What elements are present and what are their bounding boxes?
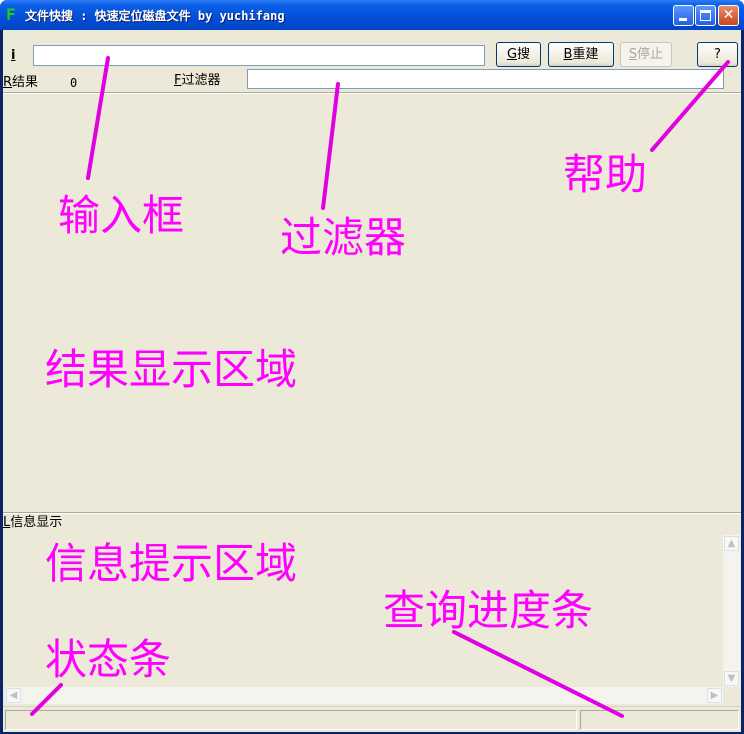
title-bar[interactable]: F 文件快搜 : 快速定位磁盘文件 by yuchifang ✕: [0, 0, 744, 30]
annotation-filter: 过滤器: [280, 213, 407, 262]
app-window: F 文件快搜 : 快速定位磁盘文件 by yuchifang ✕ i G搜 B重…: [0, 0, 744, 734]
maximize-button[interactable]: [695, 5, 716, 26]
help-button[interactable]: ?: [697, 42, 738, 67]
scroll-up-icon[interactable]: ▲: [724, 536, 739, 551]
annotation-help: 帮助: [563, 150, 648, 199]
filter-label: F过滤器: [174, 73, 221, 88]
app-icon: F: [6, 5, 16, 24]
annotation-status-bar: 状态条: [45, 635, 172, 684]
results-count: 0: [70, 76, 78, 90]
annotation-results-area: 结果显示区域: [45, 345, 298, 394]
search-button[interactable]: G搜: [496, 42, 541, 67]
scroll-down-icon[interactable]: ▼: [724, 671, 739, 686]
maximize-icon: [696, 6, 715, 25]
info-label: L信息显示: [3, 515, 63, 530]
filter-input[interactable]: [247, 69, 724, 89]
rebuild-button[interactable]: B重建: [548, 42, 614, 67]
status-text-pane: [5, 710, 577, 730]
search-button-mnemonic: G: [506, 47, 518, 62]
status-bar: [3, 706, 741, 732]
progress-pane: [580, 710, 739, 730]
stop-button-label: 停止: [637, 47, 664, 62]
info-vertical-scrollbar[interactable]: ▲ ▼: [723, 535, 740, 687]
search-button-label: 搜: [517, 47, 531, 62]
window-title: 文件快搜 : 快速定位磁盘文件 by yuchifang: [25, 9, 285, 23]
results-label: R结果: [3, 75, 39, 90]
search-input-label: i: [11, 48, 16, 63]
scroll-left-icon[interactable]: ◀: [6, 688, 21, 703]
close-icon: ✕: [722, 7, 735, 23]
rebuild-button-label: 重建: [572, 47, 599, 62]
close-button[interactable]: ✕: [718, 5, 739, 26]
minimize-button[interactable]: [673, 5, 694, 26]
search-input[interactable]: [33, 45, 485, 66]
info-divider: [3, 512, 741, 514]
minimize-icon: [674, 6, 693, 25]
info-horizontal-scrollbar[interactable]: ◀ ▶: [5, 687, 723, 704]
annotation-info-area: 信息提示区域: [45, 539, 298, 588]
stop-button-mnemonic: S: [628, 47, 638, 62]
stop-button[interactable]: S停止: [620, 42, 672, 67]
annotation-progress: 查询进度条: [383, 586, 594, 635]
scroll-right-icon[interactable]: ▶: [707, 688, 722, 703]
annotation-input-box: 输入框: [58, 191, 185, 240]
